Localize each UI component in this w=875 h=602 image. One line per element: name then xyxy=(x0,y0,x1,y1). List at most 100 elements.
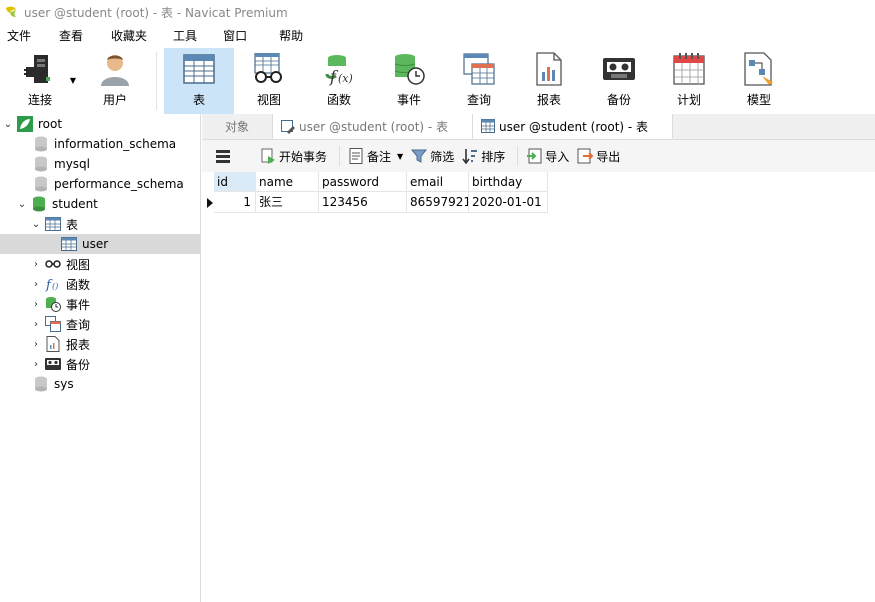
chevron-right-icon[interactable]: › xyxy=(30,339,42,350)
database-icon xyxy=(33,156,49,172)
function-fx-icon: f() xyxy=(45,276,61,292)
chevron-right-icon[interactable]: › xyxy=(30,279,42,290)
tab-objects[interactable]: 对象 xyxy=(202,114,273,139)
toolbar-model-button[interactable]: 模型 xyxy=(724,48,794,114)
tree-group-label: 表 xyxy=(66,217,79,232)
tree-group-events[interactable]: › 事件 xyxy=(0,294,200,314)
tree-group-reports[interactable]: › 报表 xyxy=(0,334,200,354)
toolbar-connection-button[interactable]: 连接 ▼ xyxy=(0,48,80,114)
navicat-logo-icon xyxy=(6,6,16,17)
export-button[interactable]: 导出 xyxy=(577,145,620,167)
menu-tools[interactable]: 工具 xyxy=(166,24,204,48)
toolbar-user-button[interactable]: 用户 xyxy=(80,48,150,114)
chevron-down-icon[interactable]: ▼ xyxy=(70,76,76,85)
menu-help[interactable]: 帮助 xyxy=(272,24,310,48)
chevron-down-icon[interactable]: ⌄ xyxy=(2,119,14,130)
user-icon xyxy=(97,51,133,87)
menu-window[interactable]: 窗口 xyxy=(216,24,254,48)
tree-database-performance-schema[interactable]: performance_schema xyxy=(0,174,200,194)
toolbar-report-label: 报表 xyxy=(536,93,561,107)
model-icon xyxy=(741,51,777,87)
window-title: user @student (root) - 表 - Navicat Premi… xyxy=(24,5,288,20)
import-label: 导入 xyxy=(545,149,570,164)
column-header-name[interactable]: name xyxy=(256,172,319,192)
tree-group-label: 备份 xyxy=(66,357,91,372)
tree-database-mysql[interactable]: mysql xyxy=(0,154,200,174)
toolbar-report-button[interactable]: 报表 xyxy=(514,48,584,114)
tree-group-backups[interactable]: › 备份 xyxy=(0,354,200,374)
chevron-down-icon[interactable]: ▼ xyxy=(397,152,403,161)
chevron-right-icon[interactable]: › xyxy=(30,299,42,310)
tree-database-information-schema[interactable]: information_schema xyxy=(0,134,200,154)
toolbar-query-button[interactable]: 查询 xyxy=(444,48,514,114)
menu-file[interactable]: 文件 xyxy=(0,24,38,48)
table-design-icon xyxy=(281,119,295,134)
column-header-password[interactable]: password xyxy=(319,172,407,192)
toolbar-view-button[interactable]: 视图 xyxy=(234,48,304,114)
toolbar-schedule-button[interactable]: 计划 xyxy=(654,48,724,114)
toolbar-table-button[interactable]: 表 xyxy=(164,48,234,114)
sort-button[interactable]: 排序 xyxy=(462,145,505,167)
backup-tape-icon xyxy=(601,51,637,87)
export-icon xyxy=(577,148,594,164)
begin-transaction-button[interactable]: 开始事务 xyxy=(260,145,327,167)
tree-group-tables[interactable]: ⌄ 表 xyxy=(0,214,200,234)
navicat-window: user @student (root) - 表 - Navicat Premi… xyxy=(0,0,875,602)
begin-transaction-label: 开始事务 xyxy=(279,149,328,164)
navigation-tree: ⌄ root information_schema mysql performa… xyxy=(0,114,201,602)
sort-icon xyxy=(462,148,478,164)
tree-table-user[interactable]: user xyxy=(0,234,200,254)
cell-email[interactable]: 865979217 xyxy=(407,192,469,213)
toolbar-event-button[interactable]: 事件 xyxy=(374,48,444,114)
query-icon xyxy=(45,316,61,332)
tree-group-views[interactable]: › 视图 xyxy=(0,254,200,274)
filter-button[interactable]: 筛选 xyxy=(411,145,454,167)
table-icon xyxy=(45,216,61,232)
chevron-right-icon[interactable]: › xyxy=(30,319,42,330)
cell-password[interactable]: 123456 xyxy=(319,192,407,213)
menu-favorites[interactable]: 收藏夹 xyxy=(104,24,154,48)
menu-view[interactable]: 查看 xyxy=(52,24,90,48)
event-clock-icon xyxy=(45,296,61,312)
main-toolbar: 连接 ▼ 用户 表 视图 f (x) 函数 事件 查询 报表 备份 计划 模型 xyxy=(0,48,875,114)
hamburger-menu-icon[interactable] xyxy=(212,145,234,167)
tree-connection-label: root xyxy=(38,117,63,131)
sort-label: 排序 xyxy=(481,149,506,164)
chevron-down-icon[interactable]: ⌄ xyxy=(16,199,28,210)
column-header-email[interactable]: email xyxy=(407,172,469,192)
toolbar-backup-label: 备份 xyxy=(606,93,631,107)
tree-connection-root[interactable]: ⌄ root xyxy=(0,114,200,134)
tab-objects-label: 对象 xyxy=(224,120,249,134)
import-icon xyxy=(526,148,542,164)
tree-group-queries[interactable]: › 查询 xyxy=(0,314,200,334)
chevron-right-icon[interactable]: › xyxy=(30,359,42,370)
column-header-id[interactable]: id xyxy=(214,172,256,192)
column-header-birthday[interactable]: birthday xyxy=(469,172,548,192)
current-row-marker-icon[interactable] xyxy=(202,192,214,213)
tree-group-functions[interactable]: › f() 函数 xyxy=(0,274,200,294)
table-icon xyxy=(61,236,77,252)
toolbar-function-button[interactable]: f (x) 函数 xyxy=(304,48,374,114)
tree-database-student[interactable]: ⌄ student xyxy=(0,194,200,214)
chevron-right-icon[interactable]: › xyxy=(30,259,42,270)
title-bar: user @student (root) - 表 - Navicat Premi… xyxy=(0,0,875,24)
chevron-down-icon[interactable]: ⌄ xyxy=(30,219,42,230)
table-icon xyxy=(181,51,217,87)
tab-label: user @student (root) - 表 xyxy=(299,120,449,134)
table-row[interactable]: 1 张三 123456 865979217 2020-01-01 xyxy=(202,192,875,213)
tab-table-design[interactable]: user @student (root) - 表 xyxy=(273,114,473,139)
toolbar-backup-button[interactable]: 备份 xyxy=(584,48,654,114)
tree-database-sys[interactable]: sys xyxy=(0,374,200,394)
cell-name[interactable]: 张三 xyxy=(256,192,319,213)
import-button[interactable]: 导入 xyxy=(526,145,569,167)
database-icon xyxy=(33,376,49,392)
cell-id[interactable]: 1 xyxy=(214,192,256,213)
cell-birthday[interactable]: 2020-01-01 xyxy=(469,192,548,213)
tree-group-label: 报表 xyxy=(66,337,91,352)
table-icon xyxy=(481,119,495,133)
tab-table-data[interactable]: user @student (root) - 表 xyxy=(473,114,673,139)
view-glasses-icon xyxy=(251,51,287,87)
tree-group-label: 查询 xyxy=(66,317,91,332)
connection-leaf-icon xyxy=(17,116,33,132)
memo-button[interactable]: 备注 ▼ xyxy=(348,145,403,167)
